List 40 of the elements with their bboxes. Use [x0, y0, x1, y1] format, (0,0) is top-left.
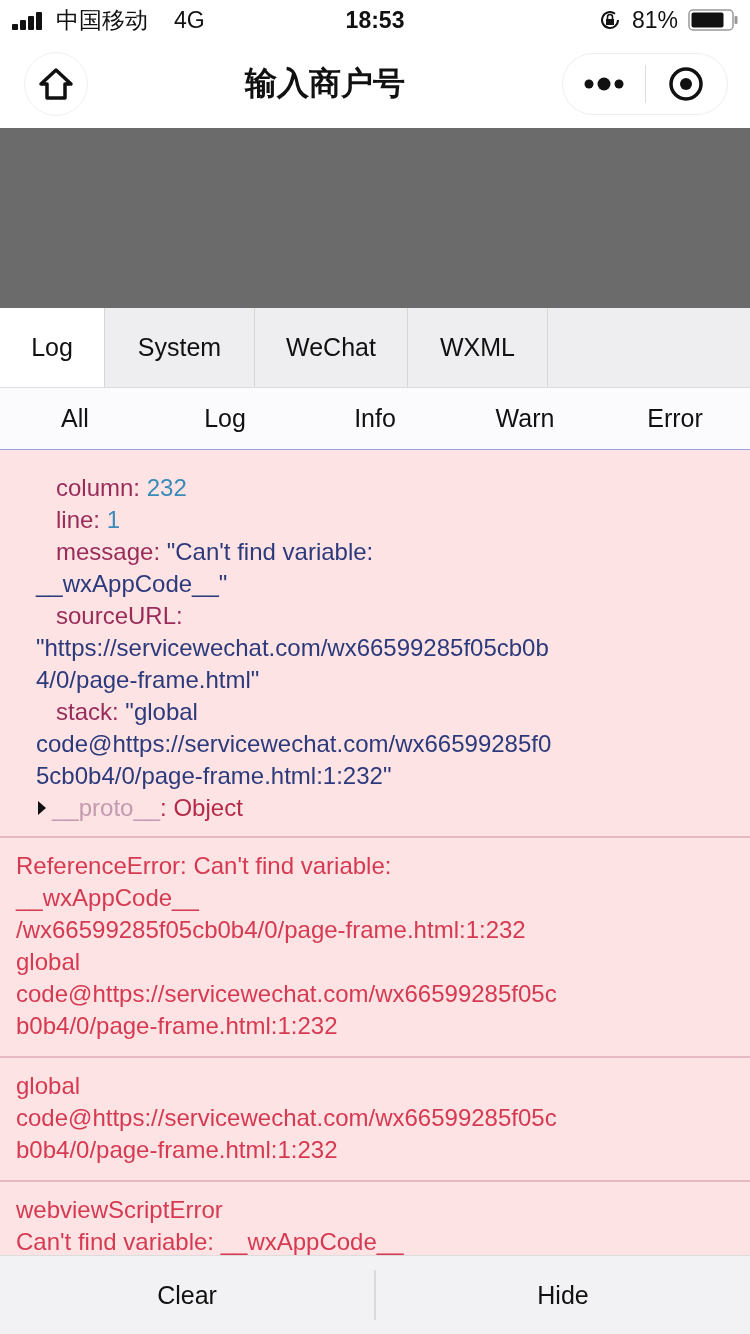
carrier-name: 中国移动: [56, 5, 148, 35]
home-icon: [38, 67, 74, 101]
proto-line: __proto__: Object: [52, 793, 243, 823]
property-value-line: "https://servicewechat.com/wx66599285f05cb0b: [36, 633, 550, 663]
property-line: column: 232: [55, 473, 188, 503]
log-line: webviewScriptError: [16, 1195, 224, 1225]
log-line: b0b4/0/page-frame.html:1:232: [16, 1011, 339, 1041]
property-line: sourceURL:: [55, 601, 184, 631]
page-title: 输入商户号: [245, 64, 405, 103]
action-button[interactable]: Clear: [0, 1256, 374, 1334]
log-line: /wx66599285f05cb0b4/0/page-frame.html:1:232: [16, 915, 527, 945]
property-value-line: 5cb0b4/0/page-frame.html:1:232": [36, 761, 393, 791]
status-time: 18:53: [345, 6, 405, 34]
filter-tab[interactable]: Log: [150, 388, 300, 449]
filter-tab[interactable]: Warn: [450, 388, 600, 449]
battery-icon: [688, 9, 738, 31]
log-line: ReferenceError: Can't find variable:: [16, 851, 393, 881]
battery-percent: 81%: [631, 6, 678, 34]
filter-tab[interactable]: Error: [600, 388, 750, 449]
log-line: global: [16, 947, 82, 977]
target-icon: [668, 66, 705, 102]
property-line: line: 1: [55, 505, 122, 535]
property-line: message: "Can't find variable:: [55, 537, 375, 567]
log-line: code@https://servicewechat.com/wx66599285f05c: [16, 979, 558, 1009]
action-button[interactable]: Hide: [376, 1256, 750, 1334]
property-value-line: 4/0/page-frame.html": [36, 665, 261, 695]
property-value-line: __wxAppCode__": [36, 569, 229, 599]
property-value-line: code@https://servicewechat.com/wx66599285f0: [36, 729, 553, 759]
more-icon: [583, 77, 624, 91]
log-line: code@https://servicewechat.com/wx66599285f05c: [16, 1103, 558, 1133]
caret-right-icon[interactable]: [36, 800, 48, 816]
log-line: global: [16, 1071, 82, 1101]
log-line: Can't find variable: __wxAppCode__: [16, 1227, 405, 1255]
filter-tab[interactable]: Info: [300, 388, 450, 449]
network-type: 4G: [174, 6, 205, 34]
log-line: b0b4/0/page-frame.html:1:232: [16, 1135, 339, 1165]
console-tab[interactable]: Log: [0, 308, 105, 387]
log-line: __wxAppCode__: [16, 883, 200, 913]
property-line: stack: "global: [55, 697, 199, 727]
filter-tab[interactable]: All: [0, 388, 150, 449]
